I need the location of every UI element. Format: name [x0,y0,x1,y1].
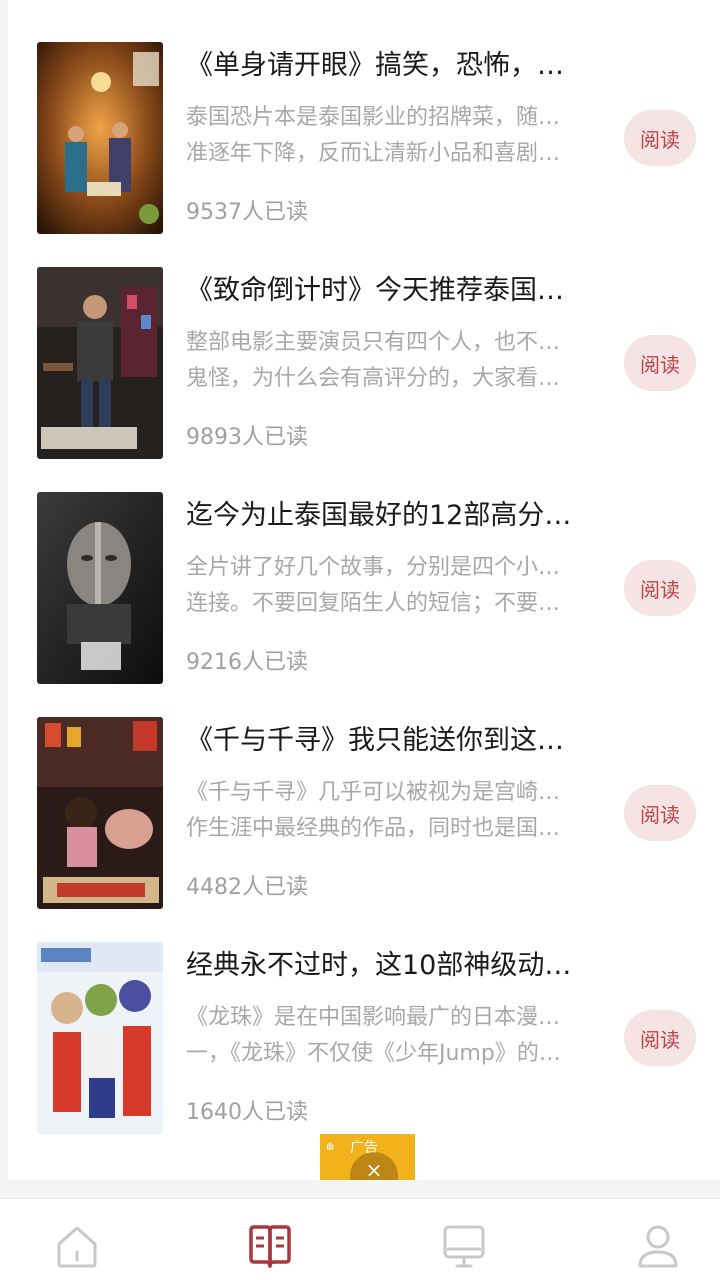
monitor-icon [443,1225,485,1268]
article-summary: 《千与千寻》几乎可以被视为是宫崎骏创 作生涯中最经典的作品，同时也是国内最受欢迎 [186,775,578,847]
article-summary-line: 一，《龙珠》不仅使《少年Jump》的销量飙升 [186,1041,578,1066]
article-item[interactable]: 《单身请开眼》搞笑，恐怖，爱情的小品 泰国恐片本是泰国影业的招牌菜，随着水 准逐… [8,0,720,234]
article-summary: 整部电影主要演员只有四个人，也不存在 鬼怪，为什么会有高评分的，大家看完就知道 [186,325,578,397]
article-summary: 全片讲了好几个故事，分别是四个小故事 连接。不要回复陌生人的短信；不要欺负别人 [186,550,578,622]
tab-profile[interactable] [635,1221,681,1271]
article-summary-line: 作生涯中最经典的作品，同时也是国内最受欢迎 [186,816,578,841]
user-icon [638,1225,678,1268]
article-summary-line: 《龙珠》是在中国影响最广的日本漫画之 [186,1005,578,1030]
article-summary-line: 泰国恐片本是泰国影业的招牌菜，随着水 [186,105,578,130]
read-count: 9537人已读 [186,200,308,225]
bottom-tab-bar [0,1198,720,1280]
article-cover-image[interactable] [37,267,163,459]
tab-home[interactable] [54,1221,100,1271]
article-title[interactable]: 经典永不过时，这10部神级动漫你看过吗 [186,946,576,986]
article-summary-line: 连接。不要回复陌生人的短信；不要欺负别人 [186,591,578,616]
read-button[interactable]: 阅读 [624,560,696,616]
article-summary-line: 准逐年下降，反而让清新小品和喜剧成为主流 [186,141,578,166]
article-item[interactable]: 迄今为止泰国最好的12部高分恐怖片 全片讲了好几个故事，分别是四个小故事 连接。… [8,450,720,684]
read-button[interactable]: 阅读 [624,1010,696,1066]
article-summary-line: 鬼怪，为什么会有高评分的，大家看完就知道 [186,366,578,391]
article-title[interactable]: 《千与千寻》我只能送你到这里了 [186,721,576,761]
article-cover-image[interactable] [37,942,163,1134]
read-count: 1640人已读 [186,1100,308,1125]
article-title[interactable]: 《单身请开眼》搞笑，恐怖，爱情的小品 [186,46,576,86]
article-cover-image[interactable] [37,717,163,909]
article-item[interactable]: 《千与千寻》我只能送你到这里了 《千与千寻》几乎可以被视为是宫崎骏创 作生涯中最… [8,675,720,909]
article-cover-image[interactable] [37,42,163,234]
article-list: 《单身请开眼》搞笑，恐怖，爱情的小品 泰国恐片本是泰国影业的招牌菜，随着水 准逐… [8,0,720,1180]
tab-video[interactable] [441,1221,487,1271]
article-item[interactable]: 经典永不过时，这10部神级动漫你看过吗 《龙珠》是在中国影响最广的日本漫画之 一… [8,900,720,1134]
article-title[interactable]: 《致命倒计时》今天推荐泰国鬼片 [186,271,576,311]
read-button[interactable]: 阅读 [624,335,696,391]
article-cover-image[interactable] [37,492,163,684]
article-summary-line: 全片讲了好几个故事，分别是四个小故事 [186,555,578,580]
article-summary-line: 整部电影主要演员只有四个人，也不存在 [186,330,578,355]
read-count: 9893人已读 [186,425,308,450]
tab-read[interactable] [247,1221,293,1271]
signal-icon: ıllı [326,1142,334,1153]
article-summary: 《龙珠》是在中国影响最广的日本漫画之 一，《龙珠》不仅使《少年Jump》的销量飙… [186,1000,578,1072]
home-icon [57,1226,97,1268]
article-summary-line: 《千与千寻》几乎可以被视为是宫崎骏创 [186,780,578,805]
article-summary: 泰国恐片本是泰国影业的招牌菜，随着水 准逐年下降，反而让清新小品和喜剧成为主流 [186,100,578,172]
read-button[interactable]: 阅读 [624,785,696,841]
read-count: 9216人已读 [186,650,308,675]
read-button[interactable]: 阅读 [624,110,696,166]
article-item[interactable]: 《致命倒计时》今天推荐泰国鬼片 整部电影主要演员只有四个人，也不存在 鬼怪，为什… [8,225,720,459]
read-count: 4482人已读 [186,875,308,900]
ad-banner[interactable]: ıllı 广告 × [320,1134,415,1180]
book-icon [249,1225,291,1268]
article-title[interactable]: 迄今为止泰国最好的12部高分恐怖片 [186,496,576,536]
